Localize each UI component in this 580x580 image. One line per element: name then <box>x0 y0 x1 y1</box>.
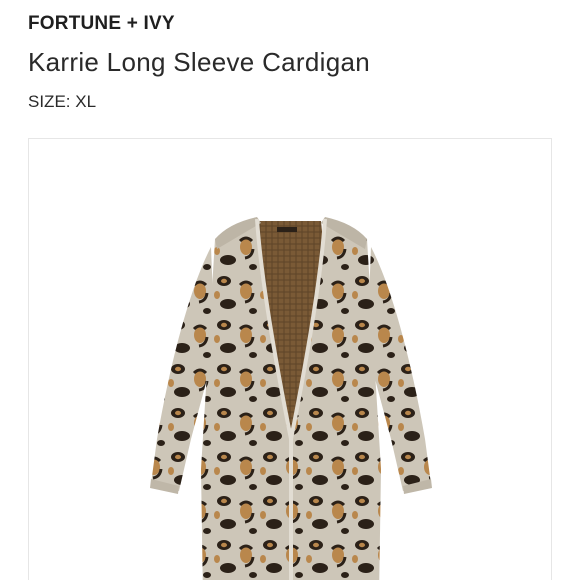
product-page: FORTUNE + IVY Karrie Long Sleeve Cardiga… <box>0 0 580 580</box>
product-title: Karrie Long Sleeve Cardigan <box>28 47 370 77</box>
product-image[interactable] <box>28 138 552 580</box>
size-label: SIZE: XL <box>28 92 97 111</box>
brand-name[interactable]: FORTUNE + IVY <box>28 13 175 35</box>
cardigan-icon <box>150 217 432 580</box>
